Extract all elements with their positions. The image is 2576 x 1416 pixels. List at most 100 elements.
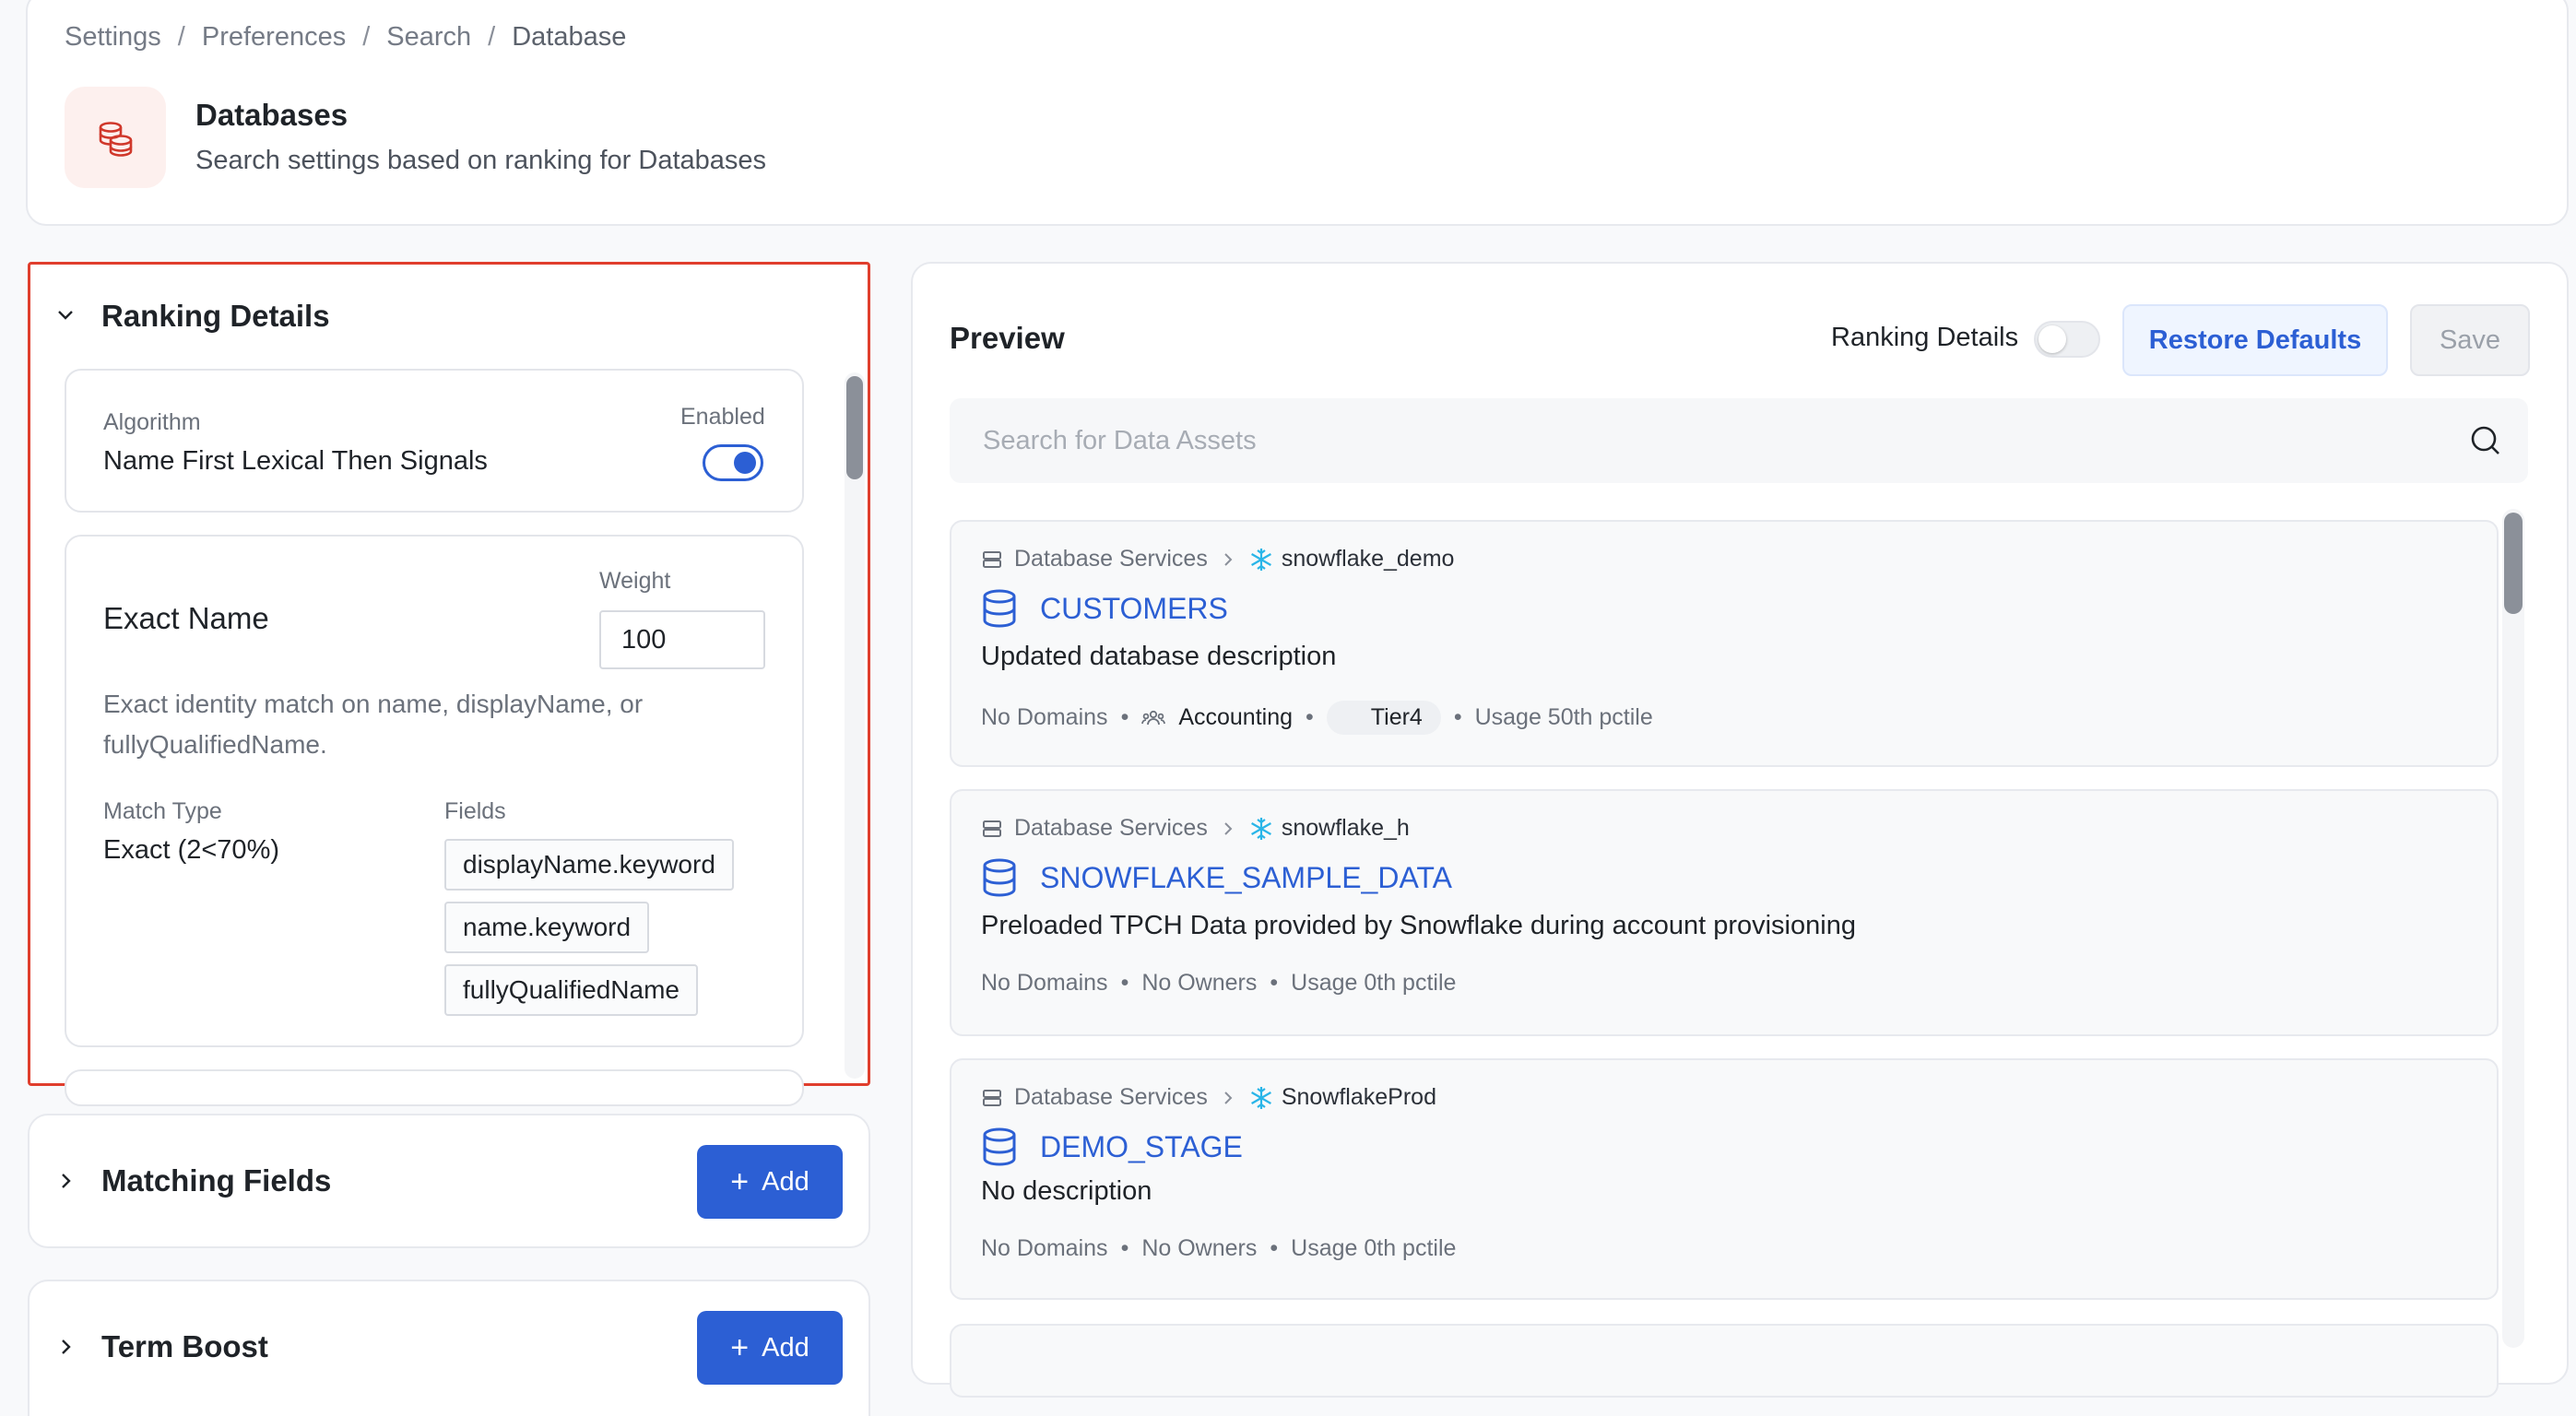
result-title[interactable]: SNOWFLAKE_SAMPLE_DATA — [981, 857, 1452, 898]
add-label: Add — [762, 1166, 809, 1197]
result-name[interactable]: DEMO_STAGE — [1040, 1130, 1243, 1164]
result-title[interactable]: DEMO_STAGE — [981, 1127, 1243, 1167]
preview-scrollbar-thumb[interactable] — [2504, 513, 2523, 614]
field-chip: fullyQualifiedName — [444, 964, 698, 1016]
result-name[interactable]: CUSTOMERS — [1040, 592, 1228, 626]
ranking-details-title[interactable]: Ranking Details — [101, 299, 330, 334]
snowflake-icon — [1250, 1086, 1271, 1109]
result-meta: No Domains • No Owners • Usage 0th pctil… — [981, 1235, 1456, 1262]
chevron-right-icon[interactable] — [55, 1337, 76, 1357]
algorithm-label: Algorithm — [103, 409, 201, 435]
result-card-demo-stage[interactable]: Database Services SnowflakeProd DEMO_STA… — [950, 1058, 2499, 1300]
plus-icon: + — [730, 1330, 750, 1365]
result-breadcrumb: Database Services snowflake_demo — [981, 546, 1454, 572]
meta-separator: • — [1270, 970, 1279, 996]
result-usage: Usage 50th pctile — [1474, 704, 1653, 730]
result-usage: Usage 0th pctile — [1291, 970, 1457, 996]
database-service-icon — [983, 550, 1001, 568]
restore-defaults-button[interactable]: Restore Defaults — [2122, 304, 2388, 376]
algorithm-value: Name First Lexical Then Signals — [103, 446, 488, 476]
chevron-down-icon[interactable] — [55, 304, 76, 324]
result-owner: No Owners — [1141, 970, 1258, 996]
breadcrumb-search[interactable]: Search — [386, 22, 471, 53]
breadcrumb-settings[interactable]: Settings — [65, 22, 161, 53]
breadcrumb-separator: / — [177, 22, 185, 52]
add-label: Add — [762, 1332, 809, 1363]
page-subtitle: Search settings based on ranking for Dat… — [195, 146, 767, 175]
result-card-next[interactable] — [950, 1324, 2499, 1398]
enabled-label: Enabled — [680, 404, 765, 430]
matching-fields-title[interactable]: Matching Fields — [101, 1163, 331, 1198]
ranking-scrollbar-thumb[interactable] — [846, 376, 863, 479]
preview-ranking-details-label: Ranking Details — [1831, 323, 2019, 352]
algorithm-enabled-toggle[interactable] — [703, 444, 763, 481]
result-breadcrumb: Database Services snowflake_h — [981, 815, 1410, 842]
chevron-right-icon — [1224, 552, 1233, 566]
result-service[interactable]: snowflake_h — [1282, 815, 1410, 842]
result-owner: No Owners — [1141, 1235, 1258, 1261]
result-card-snowflake-sample-data[interactable]: Database Services snowflake_h SNOWFLAKE_… — [950, 789, 2499, 1036]
result-domains: No Domains — [981, 1235, 1108, 1261]
algorithm-card — [65, 369, 804, 513]
result-description: No description — [981, 1176, 1152, 1206]
meta-separator: • — [1120, 970, 1129, 996]
result-meta: No Domains • Accounting • Tier4 • Usage … — [981, 701, 1653, 735]
match-type-label: Match Type — [103, 798, 222, 824]
add-matching-field-button[interactable]: + Add — [697, 1145, 843, 1219]
snowflake-icon — [1250, 817, 1271, 840]
team-icon — [1141, 710, 1166, 725]
save-button[interactable]: Save — [2410, 304, 2530, 376]
meta-separator: • — [1306, 704, 1314, 730]
result-category[interactable]: Database Services — [1014, 546, 1208, 572]
meta-separator: • — [1120, 1235, 1129, 1261]
weight-input[interactable] — [599, 610, 765, 669]
result-category[interactable]: Database Services — [1014, 815, 1208, 842]
plus-icon: + — [730, 1164, 750, 1199]
fields-label: Fields — [444, 798, 506, 824]
result-domains: No Domains — [981, 704, 1108, 730]
tier-badge[interactable]: Tier4 — [1326, 701, 1441, 735]
database-icon — [983, 1127, 1016, 1166]
toggle-knob — [2038, 325, 2066, 353]
match-type-value: Exact (2<70%) — [103, 835, 280, 865]
result-meta: No Domains • No Owners • Usage 0th pctil… — [981, 970, 1456, 997]
search-box — [950, 398, 2528, 483]
field-chip: displayName.keyword — [444, 839, 734, 891]
result-card-customers[interactable]: Database Services snowflake_demo CUSTOME… — [950, 520, 2499, 767]
result-domains: No Domains — [981, 970, 1108, 996]
exact-name-description: Exact identity match on name, displayNam… — [103, 690, 644, 759]
result-description: Updated database description — [981, 642, 1337, 671]
breadcrumb-preferences[interactable]: Preferences — [202, 22, 346, 53]
result-service[interactable]: SnowflakeProd — [1282, 1084, 1436, 1111]
result-owner[interactable]: Accounting — [1178, 704, 1293, 731]
meta-separator: • — [1270, 1235, 1279, 1261]
chevron-right-icon — [1224, 1091, 1233, 1104]
page-title: Databases — [195, 98, 349, 132]
result-category[interactable]: Database Services — [1014, 1084, 1208, 1111]
result-title[interactable]: CUSTOMERS — [981, 588, 1228, 629]
database-service-icon — [983, 1089, 1001, 1106]
breadcrumb-database: Database — [512, 22, 627, 52]
database-icon — [65, 87, 166, 188]
database-icon — [983, 858, 1016, 897]
toggle-knob — [734, 452, 756, 474]
result-description: Preloaded TPCH Data provided by Snowflak… — [981, 911, 1856, 940]
result-service[interactable]: snowflake_demo — [1282, 546, 1455, 572]
meta-separator: • — [1120, 704, 1129, 730]
meta-separator: • — [1453, 704, 1462, 730]
breadcrumb: Settings / Preferences / Search / Databa… — [65, 22, 626, 53]
database-service-icon — [983, 820, 1001, 837]
next-ranking-card — [65, 1069, 804, 1106]
search-icon[interactable] — [2469, 424, 2502, 457]
search-input[interactable] — [983, 398, 2421, 483]
result-breadcrumb: Database Services SnowflakeProd — [981, 1084, 1436, 1111]
term-boost-title[interactable]: Term Boost — [101, 1329, 268, 1364]
chevron-right-icon[interactable] — [55, 1171, 76, 1191]
breadcrumb-separator: / — [362, 22, 371, 52]
result-name[interactable]: SNOWFLAKE_SAMPLE_DATA — [1040, 861, 1452, 895]
add-term-boost-button[interactable]: + Add — [697, 1311, 843, 1385]
preview-scrollbar-track[interactable] — [2502, 509, 2524, 1348]
preview-ranking-details-toggle[interactable] — [2034, 321, 2100, 358]
weight-label: Weight — [599, 568, 671, 594]
result-usage: Usage 0th pctile — [1291, 1235, 1457, 1261]
